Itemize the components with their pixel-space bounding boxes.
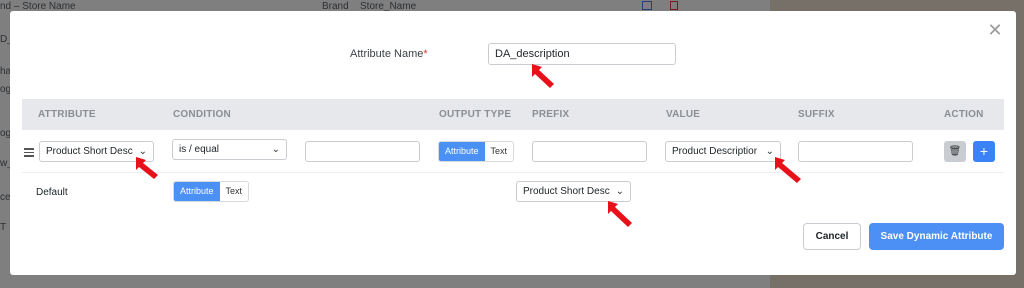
chevron-down-icon: ⌄ xyxy=(271,144,280,155)
output-type-text[interactable]: Text xyxy=(485,142,514,161)
plus-icon: + xyxy=(979,143,989,159)
annotation-arrow-icon xyxy=(608,201,632,227)
header-action: ACTION xyxy=(944,109,984,120)
annotation-arrow-icon xyxy=(136,157,158,179)
trash-icon: 🗑 xyxy=(948,146,962,157)
header-output-type: OUTPUT TYPE xyxy=(439,109,512,120)
attribute-name-input[interactable]: DA_description xyxy=(488,43,676,65)
annotation-arrow-icon xyxy=(532,64,554,88)
drag-handle-icon[interactable] xyxy=(24,148,34,157)
header-prefix: PREFIX xyxy=(532,109,570,120)
annotation-arrow-icon xyxy=(775,157,801,183)
save-dynamic-attribute-button[interactable]: Save Dynamic Attribute xyxy=(869,223,1004,250)
condition-select[interactable]: is / equal ⌄ xyxy=(172,139,287,160)
close-icon[interactable]: ✕ xyxy=(986,21,1004,39)
header-condition: CONDITION xyxy=(173,109,231,120)
value-select[interactable]: Product Descriptior ⌄ xyxy=(665,141,781,162)
header-value: VALUE xyxy=(666,109,701,120)
default-output-type-toggle: Attribute Text xyxy=(173,181,250,202)
cancel-button[interactable]: Cancel xyxy=(803,223,861,250)
header-attribute: ATTRIBUTE xyxy=(38,109,96,120)
attribute-name-label: Attribute Name* xyxy=(350,48,428,60)
suffix-input[interactable] xyxy=(798,141,913,162)
add-row-button[interactable]: + xyxy=(973,141,995,162)
output-type-attribute[interactable]: Attribute xyxy=(439,142,485,161)
required-mark: * xyxy=(423,48,428,60)
default-label: Default xyxy=(36,187,68,198)
header-suffix: SUFFIX xyxy=(798,109,835,120)
table-header: ATTRIBUTE CONDITION OUTPUT TYPE PREFIX V… xyxy=(22,99,1004,130)
default-output-type-attribute[interactable]: Attribute xyxy=(174,182,220,201)
output-type-toggle: Attribute Text xyxy=(438,141,515,162)
default-output-type-text[interactable]: Text xyxy=(220,182,249,201)
delete-row-button[interactable]: 🗑 xyxy=(944,141,966,162)
condition-value-input[interactable] xyxy=(305,141,420,162)
prefix-input[interactable] xyxy=(532,141,647,162)
